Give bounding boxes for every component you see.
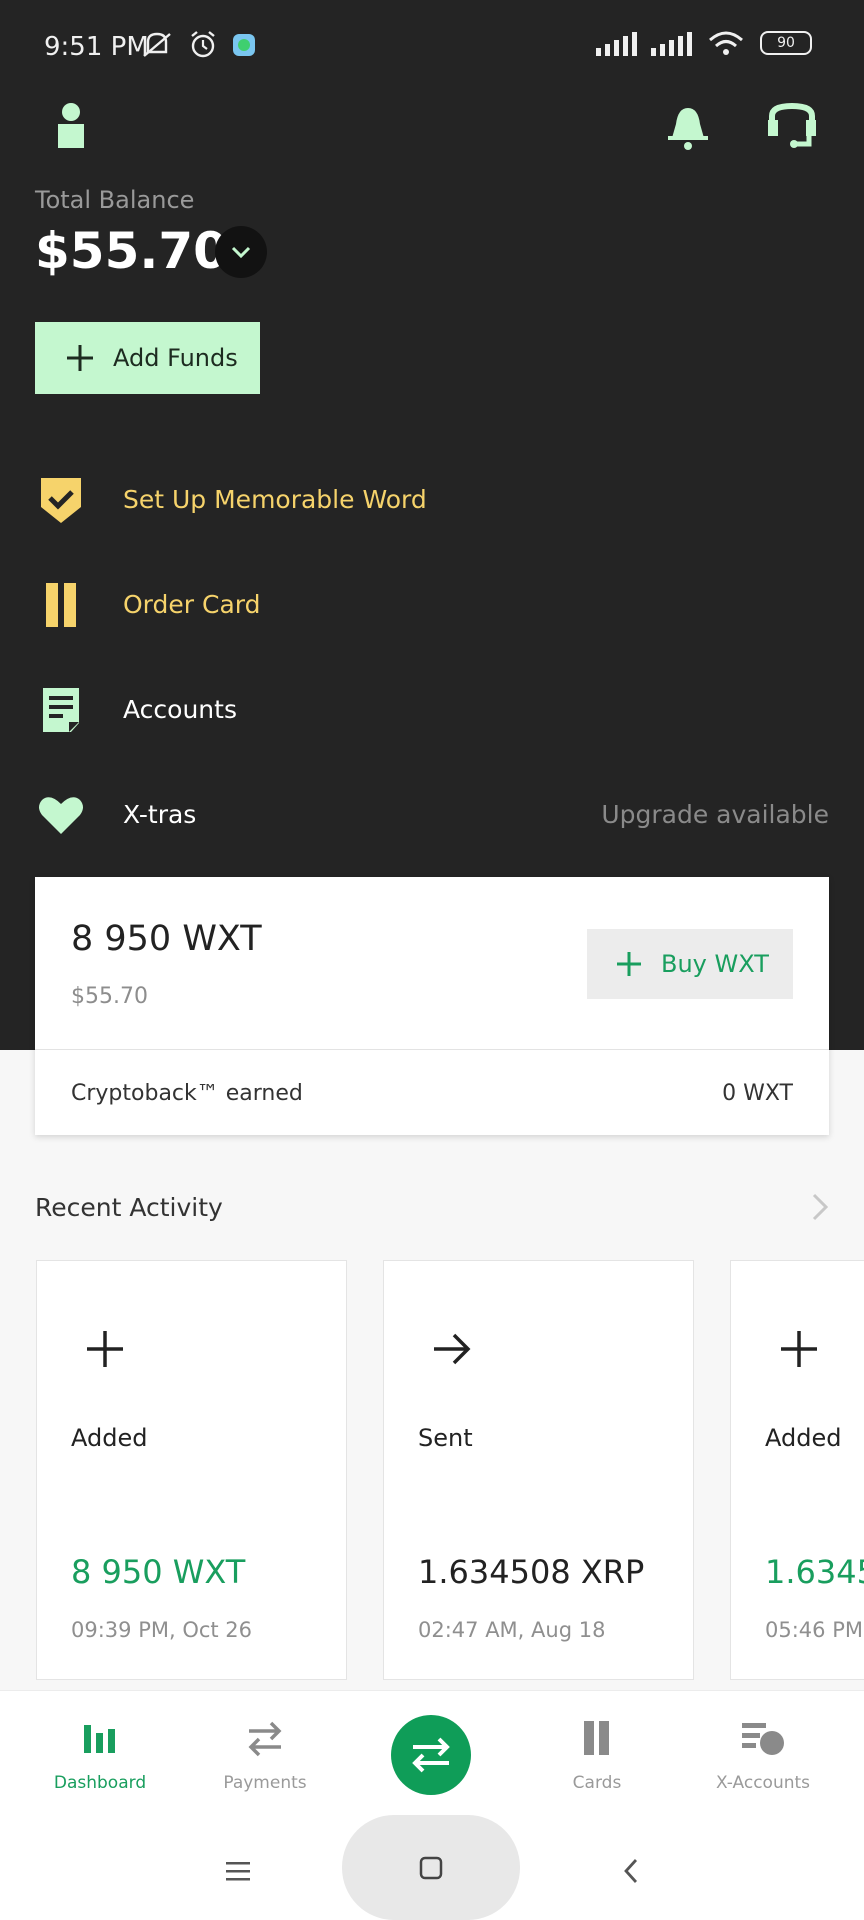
- square-home-icon: [419, 1856, 443, 1879]
- bell-icon[interactable]: [664, 102, 712, 152]
- home-button[interactable]: [342, 1815, 520, 1920]
- nav-x-accounts[interactable]: X-Accounts: [683, 1691, 843, 1811]
- app-screen: 9:51 PM 90 Total Balance $55.70 Add Fund…: [0, 0, 864, 1920]
- status-bar: 9:51 PM 90: [0, 0, 864, 90]
- status-time: 9:51 PM: [44, 32, 149, 62]
- nav-dashboard[interactable]: Dashboard: [20, 1691, 180, 1811]
- total-balance-label: Total Balance: [35, 186, 195, 214]
- alarm-icon: [191, 31, 215, 58]
- menu-item-order-card[interactable]: Order Card: [0, 560, 864, 650]
- activity-card-2[interactable]: Sent 1.634508 XRP 02:47 AM, Aug 18: [383, 1260, 694, 1680]
- status-icons-left: [140, 30, 256, 60]
- activity-amount: 8 950 WXT: [71, 1553, 246, 1591]
- activity-type: Added: [71, 1424, 148, 1452]
- plus-icon: [87, 1331, 123, 1367]
- buy-wxt-label: Buy WXT: [661, 950, 769, 978]
- card-icon: [46, 583, 76, 627]
- wifi-icon: [709, 31, 743, 55]
- menu-label-accounts: Accounts: [123, 695, 237, 724]
- battery-indicator: 90: [760, 31, 812, 55]
- activity-date: 02:47 AM, Aug 18: [418, 1618, 606, 1642]
- document-icon: [43, 688, 79, 732]
- wxt-card-divider: [35, 1049, 829, 1050]
- add-funds-button[interactable]: Add Funds: [35, 322, 260, 394]
- system-navigation-bar: [0, 1810, 864, 1920]
- activity-type: Added: [765, 1424, 842, 1452]
- nav-payments[interactable]: Payments: [185, 1691, 345, 1811]
- arrow-right-icon: [434, 1333, 471, 1365]
- exchange-icon: [412, 1737, 450, 1773]
- accounts-icon: [742, 1723, 784, 1755]
- menu-icon[interactable]: [226, 1860, 250, 1882]
- menu-item-xtras[interactable]: X-tras Upgrade available: [0, 770, 864, 860]
- wxt-amount: 8 950 WXT: [71, 919, 262, 959]
- menu-label-xtras: X-tras: [123, 800, 197, 829]
- recent-activity-title: Recent Activity: [35, 1193, 223, 1222]
- mute-icon: [143, 32, 171, 57]
- cards-icon: [584, 1721, 609, 1755]
- cryptoback-label: Cryptoback™ earned: [71, 1081, 303, 1106]
- status-icons-right: 90: [596, 28, 812, 58]
- signal-strength-2-icon: [651, 30, 692, 56]
- nav-label-payments: Payments: [223, 1773, 307, 1793]
- activity-date: 09:39 PM, Oct 26: [71, 1618, 253, 1642]
- upgrade-available-text: Upgrade available: [601, 800, 829, 829]
- back-icon[interactable]: [622, 1858, 640, 1884]
- menu-label-order-card: Order Card: [123, 590, 261, 619]
- plus-icon: [781, 1331, 817, 1367]
- nav-cards[interactable]: Cards: [517, 1691, 677, 1811]
- nav-label-x-accounts: X-Accounts: [715, 1773, 811, 1793]
- chevron-right-icon[interactable]: [810, 1192, 830, 1222]
- bottom-navigation: Dashboard Payments Cards X-Accounts: [0, 1690, 864, 1810]
- headset-icon[interactable]: [766, 102, 818, 150]
- heart-icon: [39, 797, 83, 834]
- menu-label-memorable-word: Set Up Memorable Word: [123, 485, 427, 514]
- exchange-button[interactable]: [391, 1715, 471, 1795]
- menu-item-accounts[interactable]: Accounts: [0, 665, 864, 755]
- signal-strength-1-icon: [596, 30, 637, 56]
- nav-label-cards: Cards: [572, 1773, 622, 1793]
- bar-chart-icon: [84, 1725, 115, 1753]
- swap-icon: [248, 1721, 282, 1757]
- profile-icon[interactable]: [55, 102, 87, 150]
- nav-label-dashboard: Dashboard: [53, 1773, 147, 1793]
- buy-wxt-button[interactable]: Buy WXT: [587, 929, 793, 999]
- activity-card-3[interactable]: Added 1.634508 XRP 05:46 PM: [730, 1260, 864, 1680]
- activity-card-1[interactable]: Added 8 950 WXT 09:39 PM, Oct 26: [36, 1260, 347, 1680]
- cryptoback-value: 0 WXT: [722, 1081, 793, 1106]
- shield-check-icon: [41, 478, 81, 523]
- balance-dropdown-button[interactable]: [215, 226, 267, 278]
- activity-date: 05:46 PM: [765, 1618, 863, 1642]
- app-notification-icon: [233, 34, 255, 56]
- wxt-usd-value: $55.70: [71, 984, 148, 1009]
- activity-amount: 1.634508 XRP: [765, 1553, 864, 1591]
- add-funds-label: Add Funds: [113, 344, 238, 372]
- activity-amount: 1.634508 XRP: [418, 1553, 645, 1591]
- wxt-balance-card: 8 950 WXT $55.70 Buy WXT Cryptoback™ ear…: [35, 877, 829, 1135]
- total-balance-amount: $55.70: [35, 222, 228, 280]
- chevron-down-icon: [231, 246, 251, 259]
- plus-icon: [67, 345, 93, 371]
- plus-icon: [617, 952, 641, 976]
- menu-item-memorable-word[interactable]: Set Up Memorable Word: [0, 455, 864, 545]
- activity-type: Sent: [418, 1424, 473, 1452]
